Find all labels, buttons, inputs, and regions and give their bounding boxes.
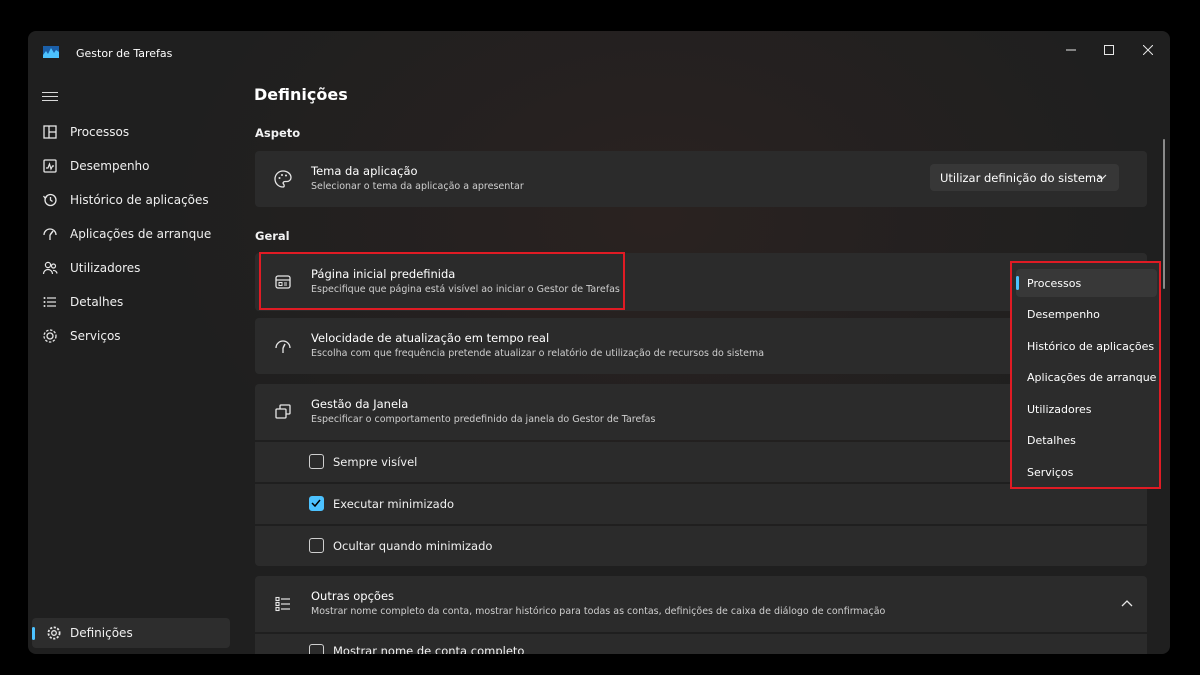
chevron-down-icon <box>1097 174 1107 180</box>
other-options-card[interactable]: Outras opções Mostrar nome completo da c… <box>255 576 1147 632</box>
chevron-up-icon[interactable] <box>1121 598 1133 610</box>
page-title: Definições <box>254 85 348 104</box>
startup-icon <box>43 228 57 240</box>
other-options-title: Outras opções <box>311 589 395 603</box>
theme-dropdown[interactable]: Utilizar definição do sistema <box>930 164 1119 191</box>
section-heading-general: Geral <box>255 229 290 243</box>
performance-icon <box>43 159 57 173</box>
window-management-title: Gestão da Janela <box>311 397 409 411</box>
menu-item-label: Histórico de aplicações <box>1027 339 1155 353</box>
menu-item-performance[interactable]: Desempenho <box>1016 300 1157 328</box>
menu-item-startup-apps[interactable]: Aplicações de arranque <box>1016 363 1157 391</box>
selected-indicator <box>32 627 35 640</box>
sidebar-nav: Processos Desempenho Histórico de aplica… <box>34 115 230 353</box>
task-manager-window: Gestor de Tarefas Processos Desempenho H… <box>28 31 1170 654</box>
list-icon <box>275 596 290 612</box>
minimize-button[interactable] <box>1058 37 1084 63</box>
task-manager-app-icon <box>43 46 59 58</box>
speedometer-icon <box>275 340 291 353</box>
window-management-icon <box>275 404 291 419</box>
theme-setting-card: Tema da aplicação Selecionar o tema da a… <box>255 151 1147 207</box>
theme-dropdown-value: Utilizar definição do sistema <box>940 170 1104 185</box>
app-title: Gestor de Tarefas <box>76 47 173 60</box>
option-hide-when-minimized[interactable]: Ocultar quando minimizado <box>255 526 1147 566</box>
theme-title: Tema da aplicação <box>311 164 418 178</box>
always-on-top-checkbox[interactable] <box>309 454 324 469</box>
sidebar-item-label: Utilizadores <box>70 261 141 275</box>
start-page-dropdown-menu: Processos Desempenho Histórico de aplica… <box>1010 261 1161 489</box>
update-speed-title: Velocidade de atualização em tempo real <box>311 331 550 345</box>
window-management-subtitle: Especificar o comportamento predefinido … <box>311 414 656 425</box>
sidebar-item-label: Aplicações de arranque <box>70 227 212 241</box>
option-label: Executar minimizado <box>333 497 455 511</box>
section-heading-appearance: Aspeto <box>255 126 301 140</box>
sidebar-item-users[interactable]: Utilizadores <box>34 251 230 285</box>
menu-item-services[interactable]: Serviços <box>1016 458 1157 486</box>
maximize-button[interactable] <box>1096 37 1122 63</box>
menu-item-details[interactable]: Detalhes <box>1016 426 1157 454</box>
menu-item-label: Utilizadores <box>1027 402 1092 416</box>
sidebar-item-app-history[interactable]: Histórico de aplicações <box>34 183 230 217</box>
option-run-minimized[interactable]: Executar minimizado <box>255 484 1147 524</box>
maximize-icon <box>1104 45 1114 55</box>
menu-item-label: Serviços <box>1027 465 1074 479</box>
menu-item-processes[interactable]: Processos <box>1016 269 1157 297</box>
option-show-full-account-name[interactable]: Mostrar nome de conta completo <box>255 634 1147 654</box>
sidebar-item-label: Definições <box>70 626 133 640</box>
other-options-subtitle: Mostrar nome completo da conta, mostrar … <box>311 606 886 617</box>
processes-icon <box>43 125 57 139</box>
theme-subtitle: Selecionar o tema da aplicação a apresen… <box>311 181 524 192</box>
sidebar-item-label: Detalhes <box>70 295 124 309</box>
hamburger-menu-icon[interactable] <box>42 89 58 103</box>
menu-item-app-history[interactable]: Histórico de aplicações <box>1016 332 1157 360</box>
update-speed-subtitle: Escolha com que frequência pretende atua… <box>311 348 765 359</box>
title-bar: Gestor de Tarefas <box>28 31 1170 67</box>
selected-indicator <box>1016 276 1019 290</box>
menu-item-label: Aplicações de arranque <box>1027 370 1157 384</box>
option-label: Mostrar nome de conta completo <box>333 644 525 654</box>
services-icon <box>43 329 57 343</box>
show-full-account-name-checkbox[interactable] <box>309 644 324 654</box>
vertical-scrollbar[interactable] <box>1163 139 1165 289</box>
checkmark-icon <box>311 499 321 508</box>
minimize-icon <box>1066 49 1076 51</box>
sidebar-item-details[interactable]: Detalhes <box>34 285 230 319</box>
history-icon <box>43 193 57 207</box>
menu-item-label: Desempenho <box>1027 307 1100 321</box>
close-icon <box>1143 45 1153 55</box>
details-icon <box>43 297 56 307</box>
sidebar-item-label: Histórico de aplicações <box>70 193 209 207</box>
option-label: Ocultar quando minimizado <box>333 539 493 553</box>
users-icon <box>42 261 58 275</box>
gear-icon <box>47 626 61 640</box>
menu-item-users[interactable]: Utilizadores <box>1016 395 1157 423</box>
run-minimized-checkbox[interactable] <box>309 496 324 511</box>
sidebar-item-settings[interactable]: Definições <box>32 618 230 648</box>
option-label: Sempre visível <box>333 455 418 469</box>
sidebar-item-label: Serviços <box>70 329 121 343</box>
highlight-box <box>259 252 625 310</box>
sidebar-item-processes[interactable]: Processos <box>34 115 230 149</box>
sidebar-item-services[interactable]: Serviços <box>34 319 230 353</box>
palette-icon <box>274 170 292 188</box>
close-button[interactable] <box>1135 37 1161 63</box>
menu-item-label: Detalhes <box>1027 433 1076 447</box>
sidebar-item-performance[interactable]: Desempenho <box>34 149 230 183</box>
menu-item-label: Processos <box>1027 276 1082 290</box>
hide-when-minimized-checkbox[interactable] <box>309 538 324 553</box>
sidebar-item-label: Processos <box>70 125 130 139</box>
sidebar-item-startup-apps[interactable]: Aplicações de arranque <box>34 217 230 251</box>
sidebar-item-label: Desempenho <box>70 159 150 173</box>
